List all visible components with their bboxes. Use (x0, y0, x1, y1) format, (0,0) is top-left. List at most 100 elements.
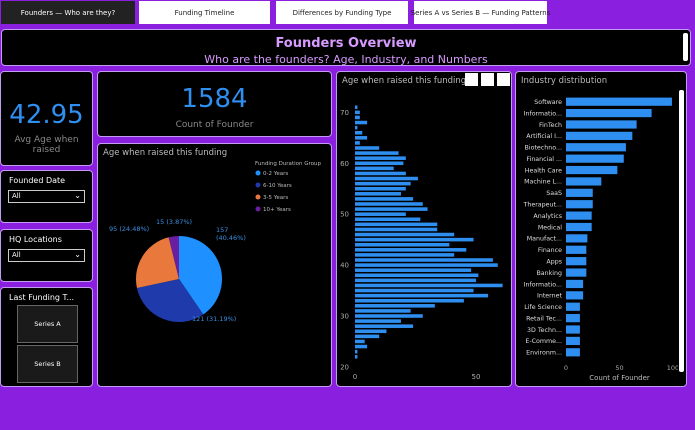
pie-data-label-line: 121 (31.19%) (192, 315, 236, 323)
age-bar (355, 136, 368, 140)
age-bar (355, 273, 479, 278)
age-bar (355, 146, 380, 150)
hq-locations-value: All (12, 251, 21, 259)
age-bar (355, 248, 467, 252)
industry-bar (566, 200, 593, 209)
age-bar (355, 293, 489, 298)
tab-founders[interactable]: Founders — Who are they? (1, 1, 135, 24)
age-bar (355, 222, 438, 227)
tab-funding-timeline[interactable]: Funding Timeline (139, 1, 270, 24)
x-axis-title: Count of Founder (589, 374, 650, 382)
y-tick-label: 40 (340, 262, 349, 270)
kpi-avg-age-value: 42.95 (9, 100, 84, 130)
page-subtitle: Who are the founders? Age, Industry, and… (204, 53, 488, 66)
age-bar (355, 227, 438, 232)
industry-category-label: E-Comme... (525, 338, 562, 345)
industry-category-label: Medical (538, 224, 562, 231)
industry-category-label: Therapeut... (523, 202, 563, 209)
industry-category-label: SaaS (546, 190, 562, 197)
legend-label: 10+ Years (263, 207, 291, 213)
hq-locations-slicer: HQ Locations All ⌄ (0, 229, 93, 282)
series-a-button[interactable]: Series A (17, 305, 78, 343)
pie-data-label: 15 (3.87%) (156, 218, 192, 226)
age-bar (355, 186, 406, 191)
age-bar (355, 263, 498, 267)
x-tick-label: 50 (472, 373, 481, 381)
chevron-down-icon: ⌄ (74, 191, 81, 200)
industry-category-label: Environm... (526, 350, 562, 357)
chevron-down-icon: ⌄ (74, 250, 81, 259)
pie-data-label-line: 95 (24.48%) (109, 225, 149, 233)
age-bar (355, 329, 387, 334)
industry-bar (566, 234, 588, 243)
age-bar (355, 202, 423, 206)
industry-bar (566, 279, 584, 289)
age-bar (355, 298, 464, 303)
age-bar (355, 237, 474, 242)
age-bar (355, 192, 401, 196)
pie-data-label-line: 15 (3.87%) (156, 218, 192, 226)
age-bar (355, 115, 360, 120)
y-tick-label: 50 (340, 211, 349, 219)
industry-category-label: Machine L... (524, 179, 562, 186)
industry-bar (566, 120, 637, 129)
industry-bar (566, 177, 602, 186)
series-b-button[interactable]: Series B (17, 345, 78, 383)
age-bar (355, 156, 406, 160)
age-bar (355, 166, 394, 171)
industry-bar-chart: Software Informatio... FinTech Artificial I… (523, 97, 678, 382)
legend-label: 6-10 Years (263, 183, 292, 189)
header-scrollbar[interactable] (683, 33, 688, 61)
kpi-count-label: Count of Founder (175, 120, 254, 130)
industry-category-label: Finance (538, 247, 562, 254)
legend-swatch (255, 194, 261, 200)
age-bar (355, 120, 368, 125)
y-tick-label: 20 (340, 363, 349, 371)
industry-scrollbar[interactable] (679, 90, 684, 372)
legend-swatch (255, 182, 261, 188)
age-bar (355, 105, 358, 110)
industry-category-label: Biotechno... (525, 145, 562, 152)
industry-category-label: Analytics (533, 213, 562, 220)
age-bar (355, 258, 493, 262)
industry-bar (566, 336, 580, 346)
age-bar (355, 212, 406, 216)
age-bar (355, 207, 428, 211)
industry-bar (566, 348, 580, 357)
age-bar (355, 110, 360, 115)
age-bar (355, 288, 474, 293)
industry-category-label: FinTech (539, 122, 562, 129)
tab-differences-by-funding-type[interactable]: Differences by Funding Type (276, 1, 408, 24)
age-bar (355, 268, 472, 272)
industry-bar (566, 143, 626, 152)
age-bar (355, 309, 411, 313)
industry-bar (566, 268, 587, 277)
tab-series-a-vs-series-b[interactable]: Series A vs Series B — Funding Patterns (411, 1, 550, 24)
age-bar (355, 324, 414, 328)
founded-date-dropdown[interactable]: All ⌄ (8, 190, 85, 203)
age-bar (355, 151, 399, 155)
x-tick-label: 100 (667, 364, 678, 372)
industry-category-label: Apps (546, 258, 562, 265)
legend-label: 0-2 Years (263, 171, 288, 177)
founded-date-title: Founded Date (9, 176, 66, 185)
age-bar (355, 319, 401, 323)
industry-category-label: Internet (537, 293, 563, 300)
industry-category-label: Retail Tec... (526, 315, 562, 322)
pie-data-label: 95 (24.48%) (109, 225, 149, 233)
pie-chart-panel: Age when raised this funding 157 (40.46%)… (97, 143, 332, 387)
age-bar (355, 283, 503, 288)
industry-category-label: Manufact... (527, 236, 562, 243)
age-histogram-panel: Age when raised this funding 20 30 40 50 60 7… (336, 71, 512, 387)
kpi-count-value: 1584 (181, 84, 248, 114)
age-bar (355, 278, 476, 283)
age-histogram-chart: 20 30 40 50 60 70 0 50 (340, 105, 503, 381)
industry-category-label: 3D Techn... (527, 327, 562, 334)
industry-category-label: Informatio... (524, 281, 562, 288)
industry-category-label: Software (534, 99, 562, 106)
founded-date-slicer: Founded Date All ⌄ (0, 170, 93, 223)
hq-locations-dropdown[interactable]: All ⌄ (8, 249, 85, 262)
age-bar (355, 242, 450, 247)
legend-swatch (255, 206, 261, 212)
age-bar (355, 176, 418, 181)
